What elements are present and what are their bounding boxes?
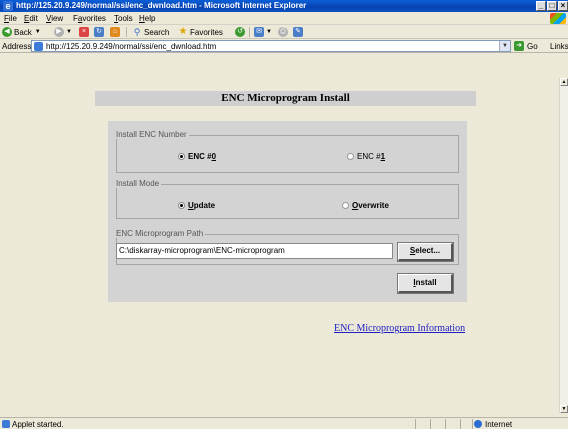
maximize-button[interactable]: □ (547, 1, 557, 11)
links-button[interactable]: Links (550, 42, 568, 51)
back-arrow-icon: ◀ (2, 27, 12, 37)
install-label: nstall (415, 278, 437, 287)
minimize-button[interactable]: _ (536, 1, 546, 11)
radio-selected-icon (178, 202, 185, 209)
microprogram-path-input[interactable]: C:\diskarray-microprogram\ENC-microprogr… (116, 243, 393, 259)
install-mode-title: Install Mode (116, 179, 162, 188)
mail-icon: ✉ (254, 27, 264, 37)
page-status-icon (2, 420, 10, 428)
mail-button[interactable]: ✉ ▼ (254, 27, 272, 37)
microprogram-information-link[interactable]: ENC Microprogram Information (334, 323, 465, 334)
radio-enc-1[interactable]: ENC #1 (347, 152, 385, 161)
toolbar-separator (126, 27, 127, 37)
path-title: ENC Microprogram Path (116, 229, 206, 238)
mail-dropdown-icon[interactable]: ▼ (266, 29, 272, 35)
edit-page-icon: ✎ (293, 27, 303, 37)
standard-toolbar: ◀ Back ▼ ▶ ▼ × ↻ ⌂ ⚲ Search ★ Favorites … (0, 25, 568, 39)
refresh-icon: ↻ (94, 27, 104, 37)
radio-selected-icon (178, 153, 185, 160)
windows-logo-icon (550, 13, 566, 24)
window-title-bar: e http://125.20.9.249/normal/ssi/enc_dwn… (0, 0, 568, 12)
go-label: Go (527, 41, 538, 51)
radio-label: verwrite (358, 201, 389, 210)
select-label: elect... (415, 246, 441, 255)
ie-logo-icon: e (3, 1, 13, 11)
menu-bar: File Edit View Favorites Tools Help (0, 12, 568, 25)
radio-label: ENC # (188, 152, 212, 161)
page-icon (34, 42, 43, 51)
address-dropdown-icon[interactable]: ▼ (499, 41, 510, 51)
address-input[interactable]: http://125.20.9.249/normal/ssi/enc_dwnlo… (31, 40, 511, 52)
radio-update[interactable]: Update (178, 201, 215, 210)
back-dropdown-icon[interactable]: ▼ (35, 29, 41, 35)
back-button[interactable]: ◀ Back ▼ (2, 27, 41, 37)
radio-label-accel: 0 (211, 152, 217, 161)
radio-label: ENC # (357, 152, 381, 161)
window-title: http://125.20.9.249/normal/ssi/enc_dwnlo… (16, 1, 307, 10)
scroll-up-icon[interactable]: ▲ (560, 78, 568, 86)
print-button[interactable]: ⎙ (278, 27, 290, 37)
home-button[interactable]: ⌂ (110, 27, 122, 37)
forward-button[interactable]: ▶ ▼ (54, 27, 72, 37)
scroll-down-icon[interactable]: ▼ (560, 405, 568, 413)
search-label: Search (144, 27, 170, 37)
status-bar: Applet started. Internet (0, 417, 568, 429)
menu-favorites[interactable]: Favorites (73, 14, 106, 24)
forward-dropdown-icon[interactable]: ▼ (66, 29, 72, 35)
go-arrow-icon: ➜ (514, 41, 524, 51)
history-button[interactable]: ↺ (235, 27, 247, 37)
install-number-group (116, 135, 459, 173)
toolbar-separator (249, 27, 250, 37)
edit-button[interactable]: ✎ (293, 27, 305, 37)
radio-unselected-icon (347, 153, 354, 160)
search-icon: ⚲ (133, 27, 141, 37)
address-label: Address (2, 42, 32, 51)
back-label: Back (14, 27, 32, 37)
radio-label: pdate (193, 201, 216, 210)
go-button[interactable]: ➜ Go (514, 41, 538, 51)
stop-icon: × (79, 27, 89, 37)
status-cell (430, 419, 444, 429)
status-text: Applet started. (12, 420, 64, 429)
menu-help[interactable]: Help (139, 14, 155, 24)
install-number-title: Install ENC Number (116, 130, 189, 139)
status-cell (415, 419, 429, 429)
window-controls: _ □ × (535, 1, 568, 11)
menu-file[interactable]: File (4, 14, 17, 24)
menu-edit[interactable]: Edit (24, 14, 38, 24)
favorites-label: Favorites (190, 27, 223, 37)
radio-label-accel: 1 (380, 152, 386, 161)
zone-text: Internet (485, 420, 513, 429)
select-button[interactable]: Select... (397, 242, 454, 262)
favorites-star-icon: ★ (178, 26, 188, 37)
search-button[interactable]: ⚲ Search (132, 27, 170, 37)
refresh-button[interactable]: ↻ (94, 27, 106, 37)
address-url: http://125.20.9.249/normal/ssi/enc_dwnlo… (46, 42, 217, 51)
status-cell (445, 419, 459, 429)
radio-overwrite[interactable]: Overwrite (342, 201, 389, 210)
radio-unselected-icon (342, 202, 349, 209)
install-button[interactable]: Install (397, 273, 454, 294)
radio-enc-0[interactable]: ENC #0 (178, 152, 216, 161)
menu-view[interactable]: View (46, 14, 63, 24)
address-bar: Address http://125.20.9.249/normal/ssi/e… (0, 39, 568, 53)
home-icon: ⌂ (110, 27, 120, 37)
vertical-scrollbar[interactable]: ▲ ▼ (559, 78, 568, 413)
print-icon: ⎙ (278, 27, 288, 37)
history-icon: ↺ (235, 27, 245, 37)
install-mode-group (116, 184, 459, 219)
internet-zone-icon (474, 420, 482, 428)
menu-tools[interactable]: Tools (114, 14, 133, 24)
forward-arrow-icon: ▶ (54, 27, 64, 37)
close-button[interactable]: × (558, 1, 568, 11)
stop-button[interactable]: × (79, 27, 91, 37)
favorites-button[interactable]: ★ Favorites (178, 27, 223, 37)
page-heading: ENC Microprogram Install (95, 91, 476, 106)
status-cell (460, 419, 472, 429)
